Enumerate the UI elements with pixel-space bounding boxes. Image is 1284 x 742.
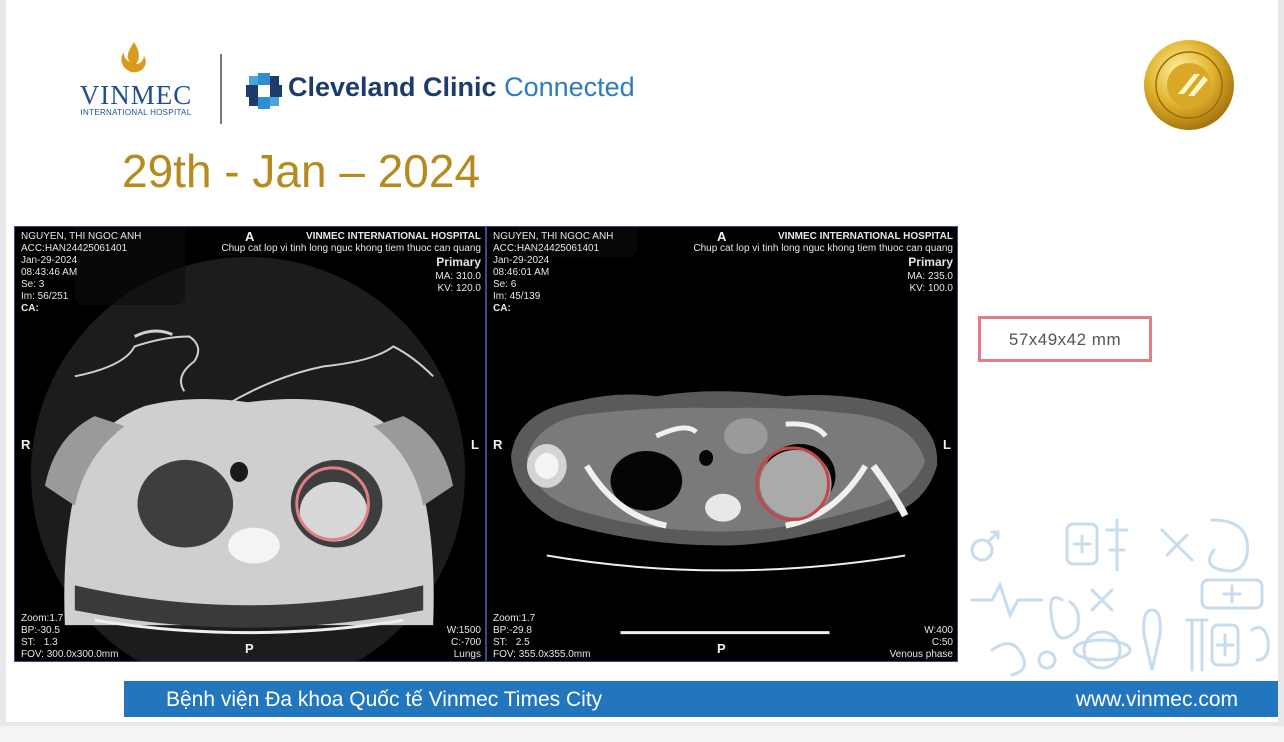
tumor-size-text: 57x49x42 mm [1008,330,1122,349]
study-time: 08:43:46 AM [21,267,78,278]
tumor-size-callout: 57x49x42 mm [978,316,1152,362]
window-preset: Lungs [453,649,481,660]
ca-label: CA: [493,303,511,314]
vinmec-flame-icon [121,42,146,73]
zoom-level: Zoom:1.7 [21,613,64,624]
series-number: Se: 6 [493,279,517,290]
study-time: 08:46:01 AM [493,267,550,278]
image-number: Im: 56/251 [21,291,69,302]
hospital-name: VINMEC INTERNATIONAL HOSPITAL [778,231,953,242]
footer-bar: Bệnh viện Đa khoa Quốc tế Vinmec Times C… [124,681,1278,717]
kv-value: KV: 100.0 [909,283,953,294]
vinmec-name: VINMEC [79,80,193,110]
patient-name: NGUYEN, THI NGOC ANH [21,231,142,242]
cleveland-clinic-cross-icon [246,73,282,109]
footer-hospital-name: Bệnh viện Đa khoa Quốc tế Vinmec Times C… [166,688,603,711]
orientation-right: L [471,437,479,452]
ma-value: MA: 235.0 [907,271,953,282]
fov-value: FOV: 355.0x355.0mm [493,649,591,660]
bottom-strip [0,726,1284,742]
ct-viewer-venous[interactable]: NGUYEN, THI NGOC ANH ACC:HAN24425061401 … [486,226,958,662]
orientation-top: A [717,229,727,244]
window-width: W:1500 [446,625,481,636]
zoom-level: Zoom:1.7 [493,613,536,624]
footer-website-link[interactable]: www.vinmec.com [1076,688,1238,712]
partner-name-bold: Cleveland Clinic [288,72,497,102]
study-date: Jan-29-2024 [21,255,78,266]
orientation-top: A [245,229,255,244]
orientation-bottom: P [245,641,254,656]
study-description: Chup cat lop vi tinh long nguc khong tie… [693,243,953,254]
ct-viewer-lung[interactable]: NGUYEN, THI NGOC ANH ACC:HAN24425061401 … [14,226,486,662]
orientation-left: R [493,437,503,452]
window-preset: Venous phase [889,649,953,660]
logo-divider [220,54,222,124]
partner-name-light: Connected [504,72,635,102]
orientation-bottom: P [717,641,726,656]
fov-value: FOV: 300.0x300.0mm [21,649,119,660]
window-width: W:400 [924,625,953,636]
st-value: ST: 1.3 [21,637,58,648]
window-center: C:-700 [450,637,481,648]
ca-label: CA: [21,303,39,314]
orientation-left: R [21,437,31,452]
study-description: Chup cat lop vi tinh long nguc khong tie… [221,243,481,254]
orientation-right: L [943,437,951,452]
image-number: Im: 45/139 [493,291,541,302]
series-type: Primary [908,255,953,269]
vinmec-logo: VINMEC INTERNATIONAL HOSPITAL [68,40,204,124]
hospital-name: VINMEC INTERNATIONAL HOSPITAL [306,231,481,242]
page-title: 29th - Jan – 2024 [122,145,481,197]
study-date: Jan-29-2024 [493,255,550,266]
medical-pattern-icon [970,518,1270,677]
kv-value: KV: 120.0 [437,283,481,294]
ma-value: MA: 310.0 [435,271,481,282]
series-type: Primary [436,255,481,269]
jci-seal-icon [1144,40,1234,130]
bp-value: BP:-30.5 [21,625,60,636]
slide: VINMEC INTERNATIONAL HOSPITAL Cleveland … [6,0,1278,722]
ct-image-venous [510,391,938,635]
series-number: Se: 3 [21,279,45,290]
st-value: ST: 2.5 [493,637,530,648]
partner-logo-text: Cleveland Clinic Connected [288,72,635,103]
vinmec-subtitle: INTERNATIONAL HOSPITAL [80,108,192,117]
accession-number: ACC:HAN24425061401 [493,243,600,254]
window-center: C:50 [931,637,953,648]
patient-name: NGUYEN, THI NGOC ANH [493,231,614,242]
accession-number: ACC:HAN24425061401 [21,243,128,254]
bp-value: BP:-29.8 [493,625,532,636]
